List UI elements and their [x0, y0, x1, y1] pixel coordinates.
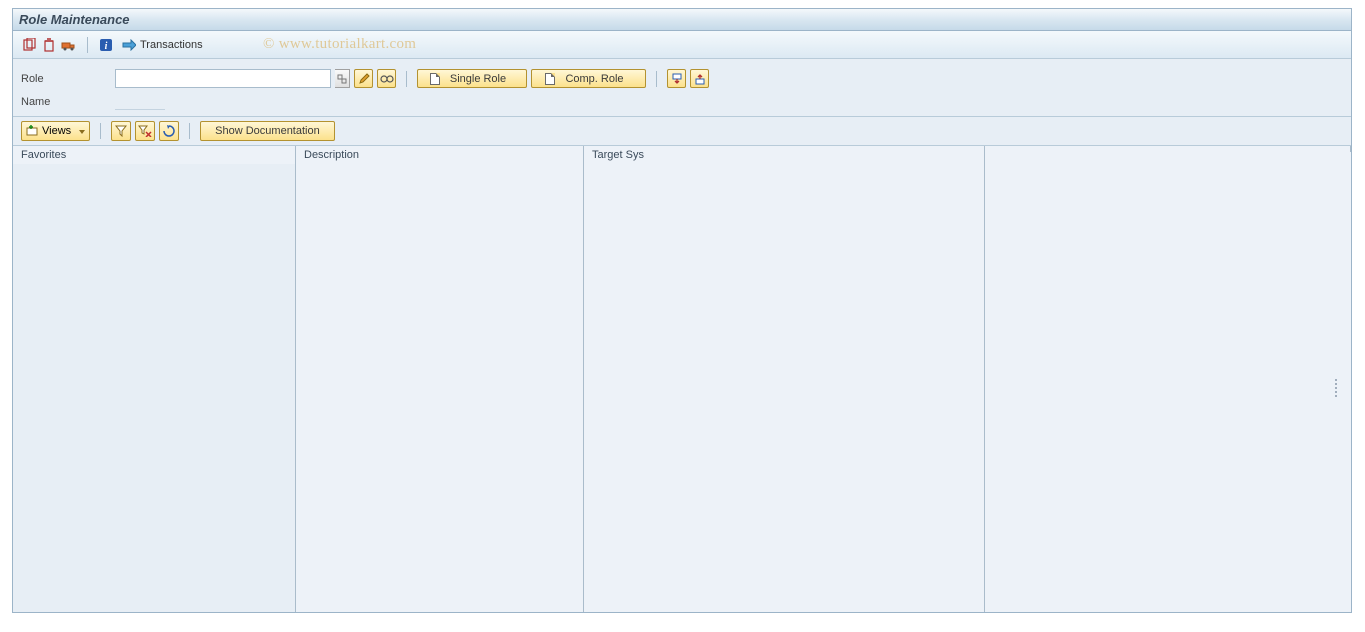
form-separator-1 — [406, 71, 407, 87]
favorites-body[interactable] — [13, 164, 296, 612]
glasses-icon — [380, 74, 394, 84]
edit-button[interactable] — [354, 69, 373, 88]
scroll-indicator[interactable] — [1335, 379, 1337, 397]
comp-role-button[interactable]: Comp. Role — [531, 69, 646, 88]
views-icon — [26, 125, 38, 137]
sub-separator-2 — [189, 123, 190, 139]
role-row: Role Single Role Comp. Role — [21, 69, 1343, 88]
display-button[interactable] — [377, 69, 396, 88]
upload-button[interactable] — [690, 69, 709, 88]
window-root: Role Maintenance i Transactions © www.tu… — [12, 8, 1352, 613]
blank-column — [985, 146, 1351, 612]
upload-icon — [694, 73, 706, 85]
toolbar-separator — [87, 37, 88, 53]
window-title: Role Maintenance — [19, 12, 130, 27]
table-area: Favorites Description Target Sys — [13, 145, 1351, 612]
pencil-icon — [358, 73, 370, 85]
target-sys-column: Target Sys — [584, 146, 985, 612]
role-label: Role — [21, 73, 111, 85]
watermark-text: © www.tutorialkart.com — [263, 36, 416, 53]
refresh-icon — [163, 125, 175, 137]
form-separator-2 — [656, 71, 657, 87]
copy-icon[interactable] — [21, 37, 37, 53]
blank-body — [985, 152, 1351, 612]
name-label: Name — [21, 96, 111, 108]
form-area: Role Single Role Comp. Role — [13, 59, 1351, 117]
comp-role-label: Comp. Role — [565, 73, 623, 85]
description-column: Description — [296, 146, 584, 612]
search-help-button[interactable] — [335, 69, 350, 88]
sub-separator-1 — [100, 123, 101, 139]
favorites-header[interactable]: Favorites — [13, 146, 296, 164]
filter-delete-icon — [138, 125, 152, 137]
name-value — [115, 94, 165, 110]
description-header[interactable]: Description — [296, 146, 584, 164]
title-bar: Role Maintenance — [13, 9, 1351, 31]
description-body[interactable] — [296, 164, 584, 612]
single-role-button[interactable]: Single Role — [417, 69, 527, 88]
svg-text:i: i — [105, 41, 108, 52]
delete-icon[interactable] — [41, 37, 57, 53]
download-button[interactable] — [667, 69, 686, 88]
transactions-button[interactable]: Transactions — [118, 39, 207, 51]
target-sys-body[interactable] — [584, 164, 985, 612]
favorites-column: Favorites — [13, 146, 296, 612]
target-sys-header[interactable]: Target Sys — [584, 146, 985, 164]
role-input[interactable] — [115, 69, 331, 88]
refresh-button[interactable] — [159, 121, 179, 141]
single-role-label: Single Role — [450, 73, 506, 85]
main-toolbar: i Transactions © www.tutorialkart.com — [13, 31, 1351, 59]
views-label: Views — [42, 125, 79, 137]
transport-icon[interactable] — [61, 37, 77, 53]
download-icon — [671, 73, 683, 85]
filter-icon — [115, 125, 127, 137]
name-row: Name — [21, 94, 1343, 110]
show-documentation-button[interactable]: Show Documentation — [200, 121, 335, 141]
document-icon — [545, 73, 555, 85]
filter-delete-button[interactable] — [135, 121, 155, 141]
info-icon[interactable]: i — [98, 37, 114, 53]
show-documentation-label: Show Documentation — [215, 125, 320, 137]
document-icon — [430, 73, 440, 85]
sub-toolbar: Views Show Documentation — [13, 117, 1351, 145]
transactions-label: Transactions — [140, 39, 203, 51]
transactions-icon — [122, 39, 136, 51]
filter-button[interactable] — [111, 121, 131, 141]
views-button[interactable]: Views — [21, 121, 90, 141]
